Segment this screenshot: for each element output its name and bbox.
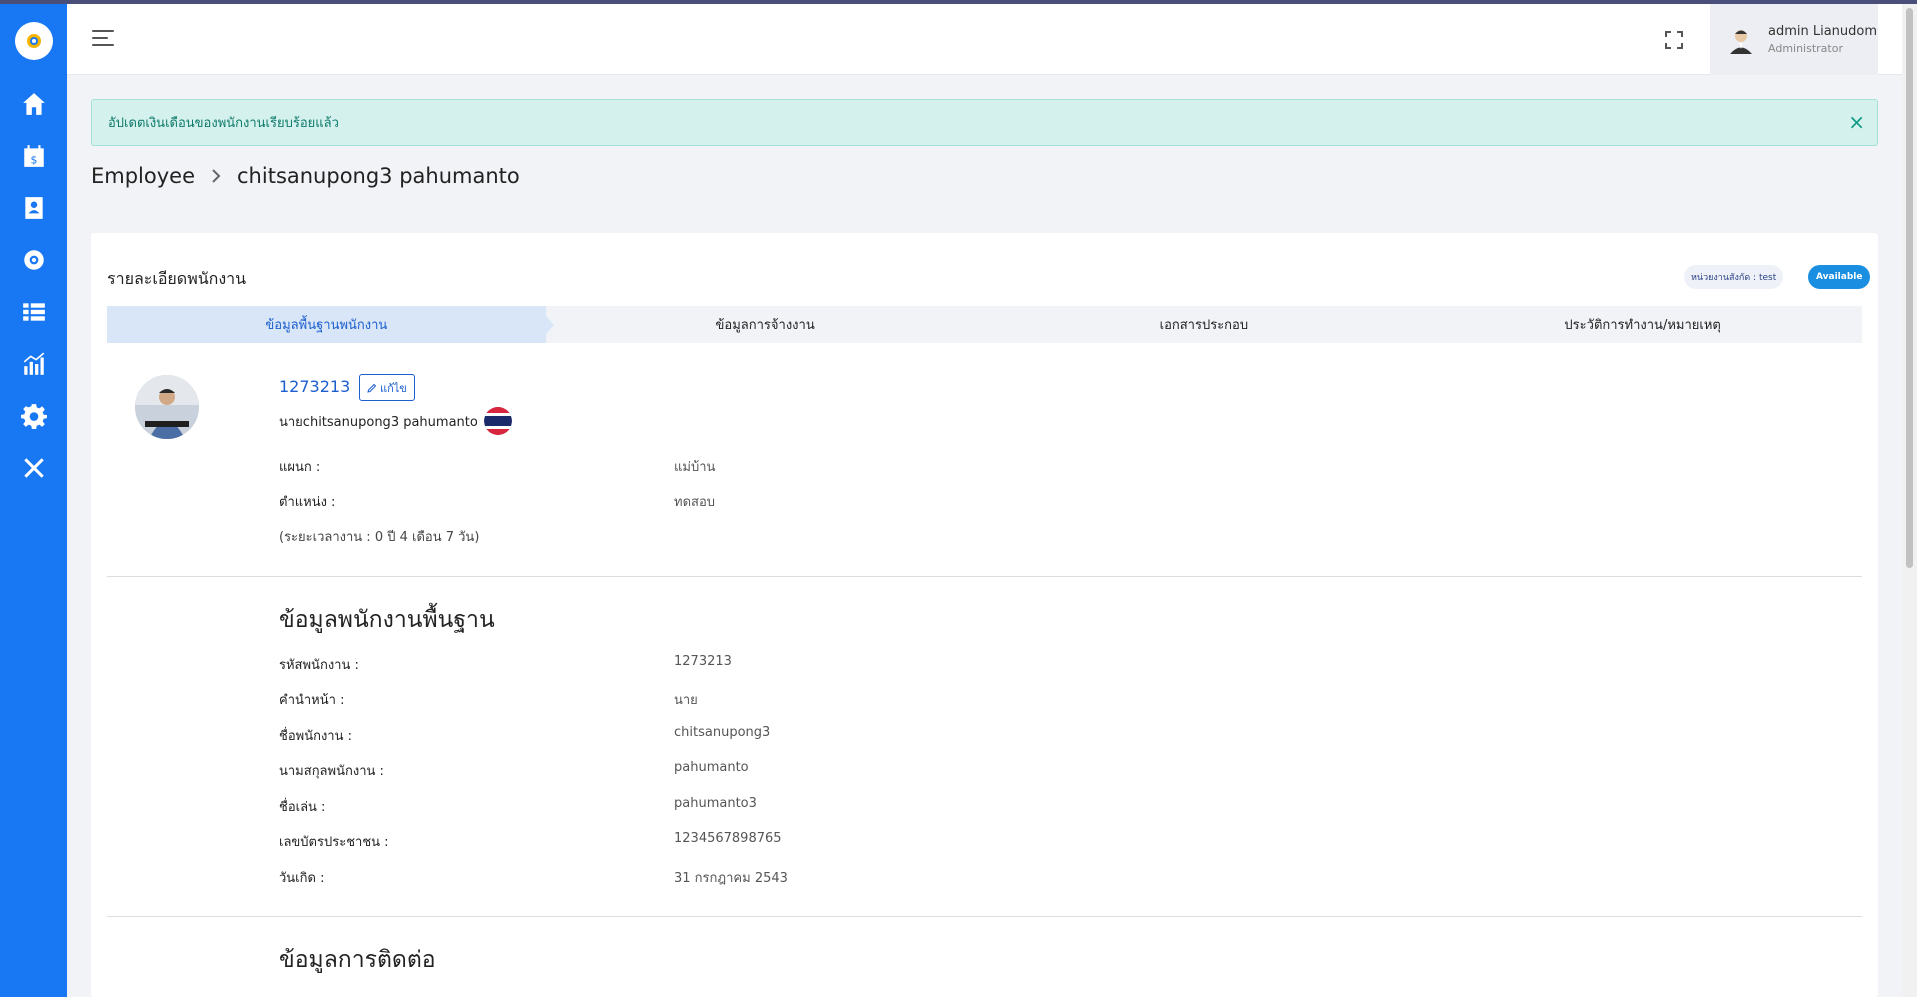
section-divider <box>107 576 1862 577</box>
sidebar-item-payroll[interactable]: $ <box>0 130 67 182</box>
scrollbar-thumb[interactable] <box>1906 8 1913 568</box>
menu-line <box>92 30 114 32</box>
contact-info-title: ข้อมูลการติดต่อ <box>279 947 436 973</box>
gear-icon <box>20 404 47 429</box>
position-label: ตำแหน่ง : <box>279 495 336 510</box>
tab-work-history[interactable]: ประวัติการทำงาน/หมายเหตุ <box>1423 306 1862 343</box>
sidebar-item-teams[interactable] <box>0 234 67 286</box>
info-value: pahumanto3 <box>674 796 757 811</box>
sidebar: $ <box>0 4 67 997</box>
info-value: pahumanto <box>674 760 749 775</box>
info-value: 31 กรกฎาคม 2543 <box>674 871 788 886</box>
thailand-flag-icon <box>483 407 512 435</box>
employment-duration: (ระยะเวลางาน : 0 ปี 4 เดือน 7 วัน) <box>279 530 480 545</box>
tab-employment-info[interactable]: ข้อมูลการจ้างงาน <box>546 306 985 343</box>
breadcrumb-employee-link[interactable]: Employee <box>91 164 195 188</box>
info-value: นาย <box>674 693 698 708</box>
users-cog-icon <box>23 250 44 270</box>
info-row: วันเกิด : 31 กรกฎาคม 2543 <box>279 867 788 888</box>
calendar-dollar-icon: $ <box>23 145 44 167</box>
basic-info-title: ข้อมูลพนักงานพื้นฐาน <box>279 607 495 633</box>
user-menu[interactable]: admin Lianudom Administrator <box>1710 4 1878 75</box>
sidebar-item-tools[interactable] <box>0 442 67 494</box>
position-row: ตำแหน่ง : ทดสอบ <box>279 491 715 512</box>
info-value: chitsanupong3 <box>674 725 771 740</box>
department-value: แม่บ้าน <box>674 460 716 475</box>
alert-message: อัปเดตเงินเดือนของพนักงานเรียบร้อยแล้ว <box>108 116 339 131</box>
info-row: นามสกุลพนักงาน : pahumanto <box>279 760 749 781</box>
card-title: รายละเอียดพนักงาน <box>107 269 247 288</box>
success-alert: อัปเดตเงินเดือนของพนักงานเรียบร้อยแล้ว × <box>91 99 1878 146</box>
logo-icon <box>26 34 41 48</box>
info-label: ชื่อพนักงาน : <box>279 729 353 744</box>
chart-icon <box>23 352 44 375</box>
sidebar-item-home[interactable] <box>0 78 67 130</box>
tab-basic-info[interactable]: ข้อมูลพื้นฐานพนักงาน <box>107 306 554 343</box>
info-label: นามสกุลพนักงาน : <box>279 764 384 779</box>
menu-toggle-button[interactable] <box>92 30 114 48</box>
user-info: admin Lianudom Administrator <box>1768 23 1877 57</box>
top-header: admin Lianudom Administrator <box>67 4 1902 75</box>
info-row: รหัสพนักงาน : 1273213 <box>279 654 732 675</box>
employee-photo-image <box>135 375 199 439</box>
menu-line <box>92 44 114 46</box>
sidebar-item-list[interactable] <box>0 286 67 338</box>
employee-id: 1273213 <box>279 377 351 396</box>
status-badge: Available <box>1808 265 1871 289</box>
info-row: เลขบัตรประชาชน : 1234567898765 <box>279 831 782 852</box>
info-row: ชื่อเล่น : pahumanto3 <box>279 796 757 817</box>
info-value: 1273213 <box>674 654 732 669</box>
sidebar-item-settings[interactable] <box>0 390 67 442</box>
info-label: เลขบัตรประชาชน : <box>279 835 389 850</box>
sidebar-item-employees[interactable] <box>0 182 67 234</box>
breadcrumb-current: chitsanupong3 pahumanto <box>237 164 520 188</box>
department-row: แผนก : แม่บ้าน <box>279 456 715 477</box>
section-divider <box>107 916 1862 917</box>
app-logo[interactable] <box>14 22 53 60</box>
menu-line <box>92 37 108 39</box>
employee-detail-card: รายละเอียดพนักงาน หน่วยงานสังกัด : test … <box>91 233 1878 997</box>
info-row: ชื่อพนักงาน : chitsanupong3 <box>279 725 770 746</box>
contact-book-icon <box>24 197 43 219</box>
tools-icon <box>23 458 44 478</box>
position-value: ทดสอบ <box>674 495 716 510</box>
alert-close-icon[interactable]: × <box>1848 112 1865 132</box>
info-label: วันเกิด : <box>279 871 325 886</box>
info-label: ชื่อเล่น : <box>279 800 326 815</box>
user-name: admin Lianudom <box>1768 23 1878 39</box>
svg-text:$: $ <box>30 154 37 167</box>
department-badge: หน่วยงานสังกัด : test <box>1684 265 1784 289</box>
detail-tabs: ข้อมูลพื้นฐานพนักงาน ข้อมูลการจ้างงาน เอ… <box>107 306 1862 343</box>
employee-full-name-text: นายchitsanupong3 pahumanto <box>279 414 478 430</box>
employee-photo <box>135 375 199 439</box>
info-label: รหัสพนักงาน : <box>279 658 359 673</box>
info-row: คำนำหน้า : นาย <box>279 689 698 710</box>
employee-full-name: นายchitsanupong3 pahumanto <box>279 407 512 435</box>
edit-button[interactable]: แก้ไข <box>359 374 415 401</box>
edit-button-label: แก้ไข <box>380 381 407 395</box>
chevron-right-icon <box>212 169 221 183</box>
sidebar-item-reports[interactable] <box>0 338 67 390</box>
breadcrumb: Employee chitsanupong3 pahumanto <box>91 164 520 188</box>
list-icon <box>22 303 45 321</box>
info-value: 1234567898765 <box>674 831 782 846</box>
pencil-icon <box>367 383 377 393</box>
page-scrollbar[interactable] <box>1902 4 1917 997</box>
user-role: Administrator <box>1768 41 1843 55</box>
department-label: แผนก : <box>279 460 321 475</box>
user-avatar-icon <box>1730 29 1752 54</box>
info-label: คำนำหน้า : <box>279 693 345 708</box>
tab-documents[interactable]: เอกสารประกอบ <box>985 306 1424 343</box>
home-icon <box>22 93 45 115</box>
fullscreen-icon[interactable] <box>1665 31 1683 49</box>
